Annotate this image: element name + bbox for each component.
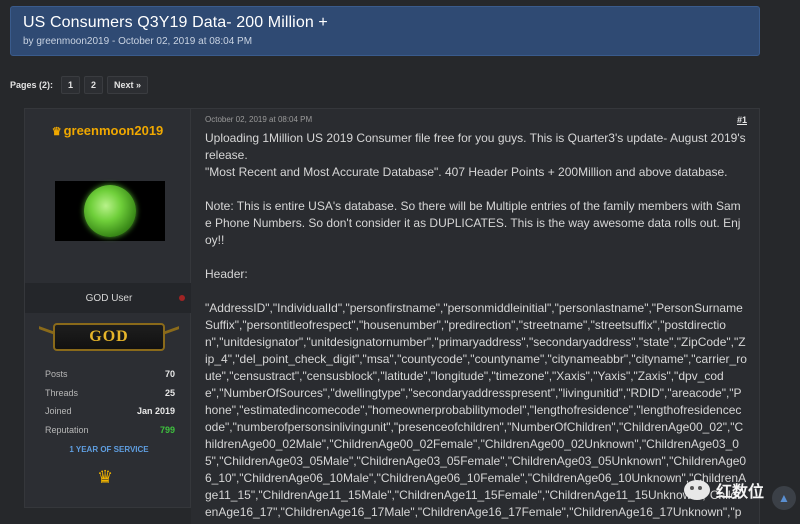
wechat-icon xyxy=(683,480,710,500)
pages-label: Pages (2): xyxy=(10,80,54,90)
stat-row-reputation: Reputation 799 xyxy=(45,421,175,440)
post-number-link[interactable]: #1 xyxy=(737,115,747,125)
rank-badge: GOD xyxy=(53,323,165,351)
reputation-value[interactable]: 799 xyxy=(160,425,175,435)
scroll-to-top-button[interactable]: ▲ xyxy=(772,486,796,510)
pagination: Pages (2): 1 2 Next » xyxy=(10,76,149,94)
stat-label: Joined xyxy=(45,406,72,417)
meta-date: - October 02, 2019 at 08:04 PM xyxy=(109,36,253,47)
service-award: 1 YEAR OF SERVICE xyxy=(69,445,149,454)
thread-meta: by greenmoon2019 - October 02, 2019 at 0… xyxy=(23,36,747,47)
green-moon-image xyxy=(84,185,136,237)
author-sidebar: ♛ greenmoon2019 GOD User GOD Posts 70 Thr… xyxy=(24,108,193,508)
post-body: Uploading 1Million US 2019 Consumer file… xyxy=(205,131,747,524)
watermark-text: 红数位 xyxy=(715,484,764,501)
avatar[interactable] xyxy=(55,181,165,241)
user-title-row: GOD User xyxy=(25,283,193,313)
thread-title: US Consumers Q3Y19 Data- 200 Million + xyxy=(23,14,328,31)
page-link-1[interactable]: 1 xyxy=(61,76,81,94)
crown-icon: ♛ xyxy=(51,126,62,138)
post: ♛ greenmoon2019 GOD User GOD Posts 70 Thr… xyxy=(24,108,760,524)
thread-author-link[interactable]: greenmoon2019 xyxy=(36,36,109,47)
stat-label: Posts xyxy=(45,369,68,380)
author-username[interactable]: greenmoon2019 xyxy=(64,123,164,138)
post-content: October 02, 2019 at 08:04 PM #1 Uploadin… xyxy=(191,108,760,524)
stat-row-posts: Posts 70 xyxy=(45,365,175,384)
chevron-up-icon: ▲ xyxy=(778,491,790,505)
stat-label: Threads xyxy=(45,387,79,398)
status-dot-icon xyxy=(179,295,185,301)
user-title: GOD User xyxy=(85,292,133,304)
stat-row-joined: Joined Jan 2019 xyxy=(45,402,175,421)
thread-header: US Consumers Q3Y19 Data- 200 Million + b… xyxy=(10,6,760,56)
next-page-button[interactable]: Next » xyxy=(107,76,149,94)
author-name[interactable]: ♛ greenmoon2019 xyxy=(25,123,190,138)
meta-prefix: by xyxy=(23,36,37,47)
watermark: 红数位 xyxy=(683,478,764,502)
user-stats: Posts 70 Threads 25 Joined Jan 2019 Repu… xyxy=(45,365,175,439)
stat-label: Reputation xyxy=(45,424,89,435)
crown-icon: ♛ xyxy=(97,467,114,487)
stat-value: 70 xyxy=(164,369,175,380)
stat-value: Jan 2019 xyxy=(136,406,175,417)
post-date: October 02, 2019 at 08:04 PM xyxy=(205,115,313,124)
stat-row-threads: Threads 25 xyxy=(45,384,175,403)
stat-value: 25 xyxy=(164,387,175,398)
page-link-2[interactable]: 2 xyxy=(84,76,104,94)
